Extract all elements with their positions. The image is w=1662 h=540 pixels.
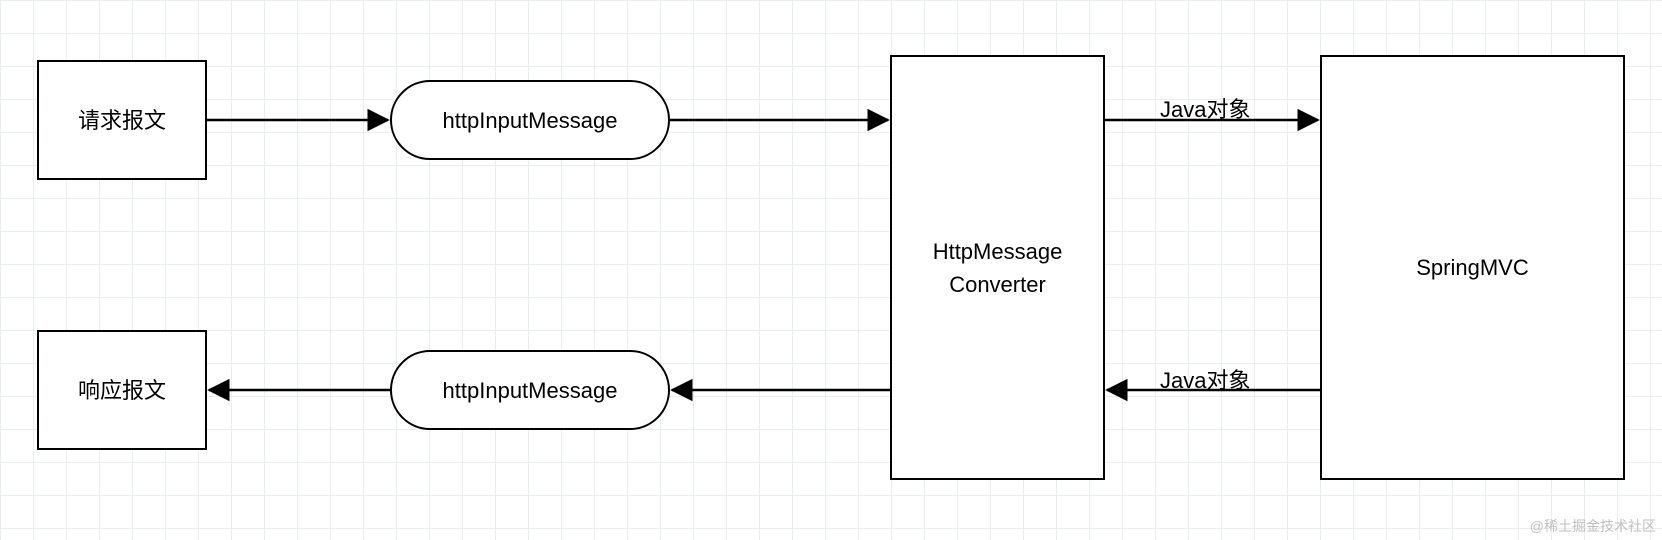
node-http-input-bottom-label: httpInputMessage [443, 374, 618, 407]
node-springmvc-label: SpringMVC [1416, 251, 1528, 284]
node-response-label: 响应报文 [78, 374, 166, 407]
edge-label-java-bottom: Java对象 [1160, 363, 1250, 395]
node-request: 请求报文 [37, 60, 207, 180]
node-converter-label: HttpMessage Converter [933, 235, 1063, 301]
node-response: 响应报文 [37, 330, 207, 450]
node-request-label: 请求报文 [78, 104, 166, 137]
node-http-input-bottom: httpInputMessage [390, 350, 670, 430]
edge-label-java-top: Java对象 [1160, 92, 1250, 124]
node-http-input-top: httpInputMessage [390, 80, 670, 160]
watermark: @稀土掘金技术社区 [1530, 516, 1656, 536]
node-springmvc: SpringMVC [1320, 55, 1625, 480]
node-http-input-top-label: httpInputMessage [443, 104, 618, 137]
node-converter: HttpMessage Converter [890, 55, 1105, 480]
